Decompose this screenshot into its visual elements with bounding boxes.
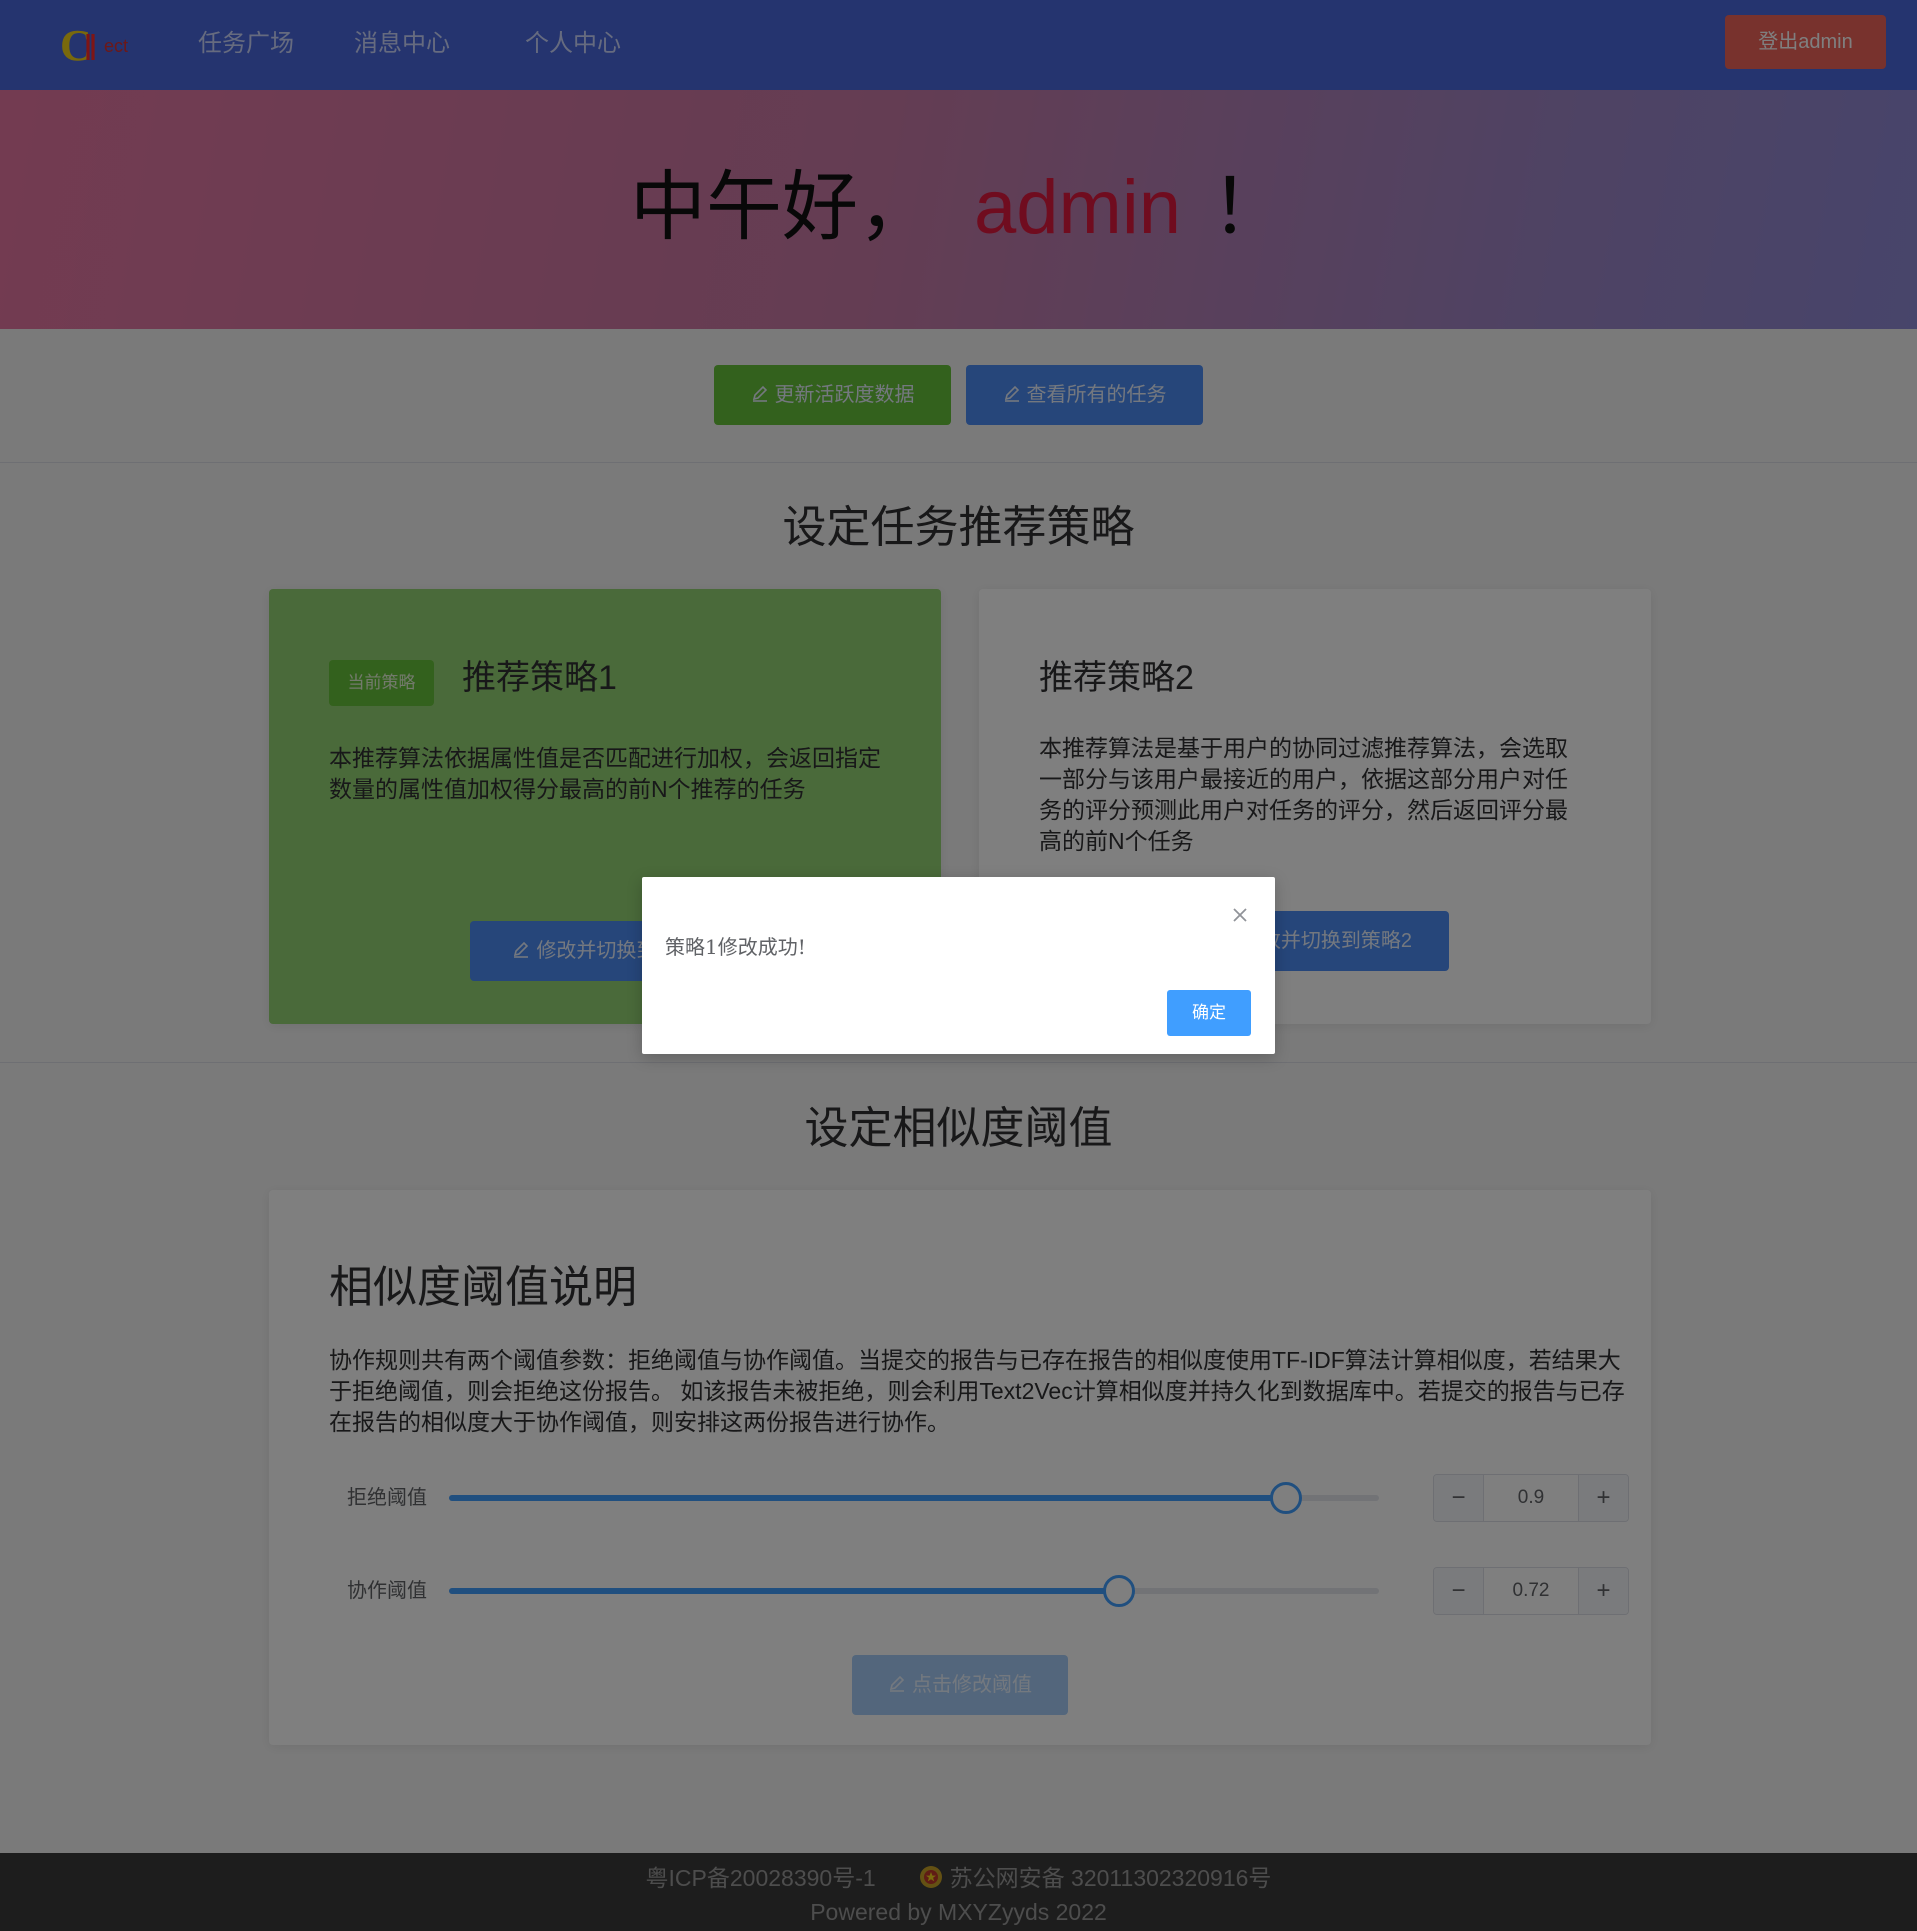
dialog-confirm-button[interactable]: 确定 [1167, 990, 1251, 1036]
close-icon[interactable] [1228, 903, 1252, 927]
dialog-message: 策略1修改成功! [665, 935, 806, 959]
success-dialog: 策略1修改成功! 确定 [642, 877, 1275, 1054]
